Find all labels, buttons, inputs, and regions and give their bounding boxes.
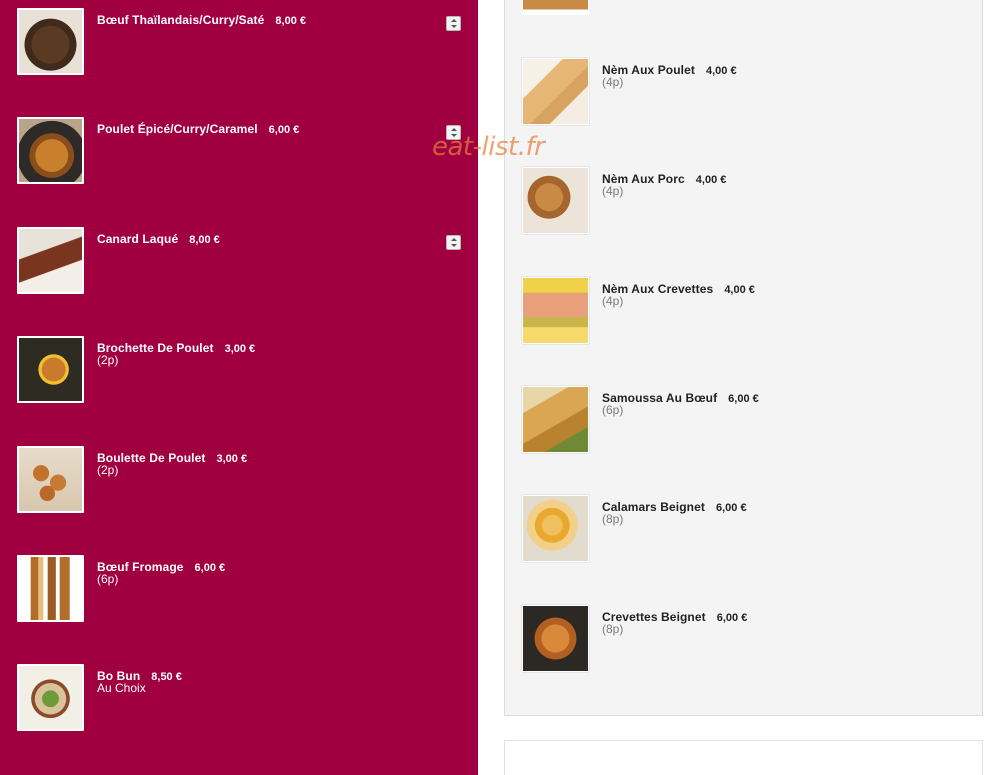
item-price: 8,00 €	[275, 15, 306, 27]
item-price: 3,00 €	[216, 453, 248, 465]
menu-item-boulette-poulet[interactable]: Boulette De Poulet 3,00 € (2p)	[17, 446, 467, 514]
shrimp-fritter-photo	[522, 605, 589, 672]
pork-nem-photo	[522, 167, 589, 234]
item-portion: (2p)	[97, 353, 119, 367]
chicken-skewer-photo	[17, 336, 84, 403]
item-price: 6,00 €	[716, 612, 748, 624]
item-name: Poulet Épicé/Curry/Caramel	[97, 122, 258, 136]
chicken-curry-photo	[17, 117, 84, 184]
item-portion: (4p)	[602, 184, 624, 198]
left-menu-panel: Bœuf Thaïlandais/Curry/Saté 8,00 € Poulet…	[0, 0, 478, 775]
menu-item-canard-laque[interactable]: Canard Laqué 8,00 €	[17, 227, 467, 295]
quantity-stepper[interactable]	[446, 235, 461, 250]
right-menu-panel: Nèm Aux Poulet 4,00 € (4p) Nèm Aux Porc 4,…	[504, 0, 983, 716]
menu-item-boeuf-fromage[interactable]: Bœuf Fromage 6,00 € (6p)	[17, 555, 467, 623]
chicken-nem-photo	[522, 58, 589, 125]
menu-item-nem-porc[interactable]: Nèm Aux Porc 4,00 € (4p)	[522, 167, 962, 235]
item-price: 4,00 €	[695, 174, 727, 186]
menu-item-crevettes-beignet[interactable]: Crevettes Beignet 6,00 € (8p)	[522, 605, 962, 673]
menu-item-calamars-beignet[interactable]: Calamars Beignet 6,00 € (8p)	[522, 495, 962, 563]
item-portion: (4p)	[602, 294, 624, 308]
item-portion: (6p)	[97, 572, 119, 586]
item-price: 6,00 €	[715, 502, 747, 514]
item-price: 4,00 €	[724, 284, 755, 296]
beef-samosa-photo	[522, 386, 589, 453]
item-price: 6,00 €	[194, 562, 226, 574]
item-name: Bœuf Thaïlandais/Curry/Saté	[97, 13, 265, 27]
item-name: Canard Laqué	[97, 232, 179, 246]
menu-item-samoussa-boeuf[interactable]: Samoussa Au Bœuf 6,00 € (6p)	[522, 386, 962, 454]
watermark-text: eat-list.fr	[432, 132, 545, 162]
menu-item-nem-crevettes[interactable]: Nèm Aux Crevettes 4,00 € (4p)	[522, 277, 962, 345]
item-price: 6,00 €	[728, 393, 759, 405]
menu-item-brochette-poulet[interactable]: Brochette De Poulet 3,00 € (2p)	[17, 336, 467, 404]
item-portion: (6p)	[602, 403, 624, 417]
item-price: 8,50 €	[151, 671, 182, 683]
next-section-box	[504, 740, 983, 775]
menu-item-bo-bun[interactable]: Bo Bun 8,50 € Au Choix	[17, 664, 467, 732]
item-price: 6,00 €	[268, 124, 300, 136]
item-portion: Au Choix	[97, 681, 146, 695]
menu-item-poulet-epice[interactable]: Poulet Épicé/Curry/Caramel 6,00 €	[17, 117, 467, 185]
calamari-fritter-photo	[522, 495, 589, 562]
shrimp-nem-photo	[522, 277, 589, 344]
beef-plate-photo	[17, 8, 84, 75]
menu-item-boeuf-thailandais[interactable]: Bœuf Thaïlandais/Curry/Saté 8,00 €	[17, 8, 467, 76]
item-price: 8,00 €	[189, 234, 220, 246]
chicken-balls-photo	[17, 446, 84, 513]
item-price: 3,00 €	[224, 343, 256, 355]
item-price: 4,00 €	[705, 65, 737, 77]
bo-bun-photo	[17, 664, 84, 731]
item-portion: (4p)	[602, 75, 624, 89]
previous-item-photo	[522, 0, 589, 15]
quantity-stepper[interactable]	[446, 16, 461, 31]
lacquered-duck-photo	[17, 227, 84, 294]
item-portion: (8p)	[602, 512, 624, 526]
beef-cheese-photo	[17, 555, 84, 622]
item-portion: (2p)	[97, 463, 119, 477]
item-portion: (8p)	[602, 622, 624, 636]
menu-item-nem-poulet[interactable]: Nèm Aux Poulet 4,00 € (4p)	[522, 58, 962, 126]
